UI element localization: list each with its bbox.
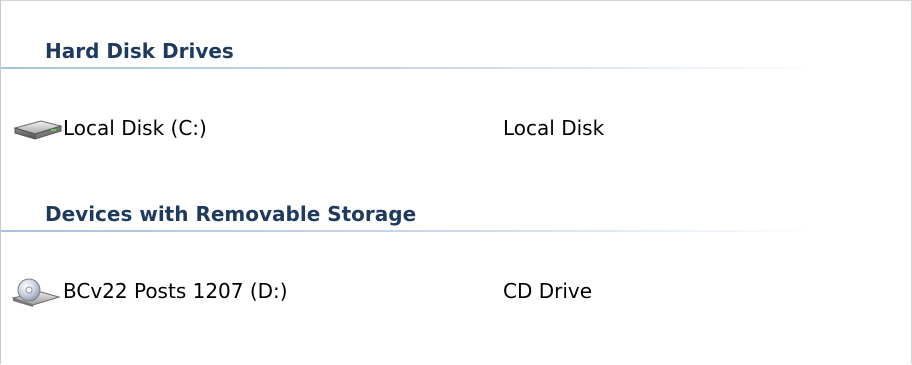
hard-disk-icon [11, 115, 63, 145]
drive-type: Local Disk [503, 116, 605, 140]
group-title: Hard Disk Drives [45, 39, 234, 63]
list-item-local-disk-c[interactable]: Local Disk (C:) Local Disk [11, 113, 861, 147]
drive-list-panel: Hard Disk Drives Local Disk (C:) Local D… [0, 0, 912, 364]
list-item-cd-drive-d[interactable]: BCv22 Posts 1207 (D:) CD Drive [11, 276, 861, 310]
group-divider [1, 230, 821, 232]
group-header-removable-storage[interactable]: Devices with Removable Storage [1, 197, 861, 237]
group-divider [1, 67, 821, 69]
drive-type: CD Drive [503, 279, 593, 303]
drive-name: Local Disk (C:) [63, 116, 207, 140]
group-title: Devices with Removable Storage [45, 202, 417, 226]
drive-name: BCv22 Posts 1207 (D:) [63, 279, 288, 303]
cd-drive-icon [11, 278, 63, 308]
group-header-hard-disk-drives[interactable]: Hard Disk Drives [1, 34, 861, 74]
